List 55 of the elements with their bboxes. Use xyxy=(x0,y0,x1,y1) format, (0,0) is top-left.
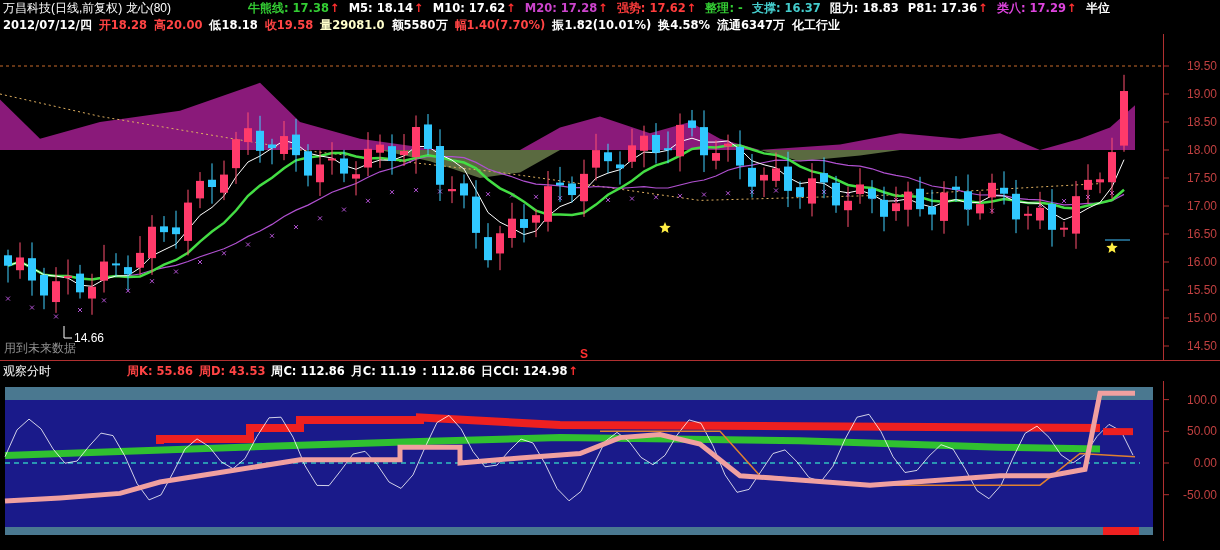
indicator-value: M20: 17.28↑ xyxy=(524,1,608,16)
price-axis-label: 15.50 xyxy=(1186,283,1217,297)
price-axis-label: 19.50 xyxy=(1186,59,1217,73)
indicator-value: 周D: 43.53 xyxy=(198,363,266,379)
quote-value: 开18.28 xyxy=(98,18,147,33)
indicator-value: 月C: 11.19 xyxy=(350,363,417,379)
price-axis-label: 14.50 xyxy=(1186,339,1217,353)
panel-title: 观察分时 xyxy=(3,362,51,380)
quote-value: 量29081.0 xyxy=(320,18,385,33)
price-axis-label: 19.00 xyxy=(1186,87,1217,101)
quote-value: 换4.58% xyxy=(658,18,711,33)
indicator-value: 周C: 112.86 xyxy=(271,363,345,379)
price-axis-label: 17.00 xyxy=(1186,199,1217,213)
price-axis-label: 16.50 xyxy=(1186,227,1217,241)
indicator-value: 日CCI: 124.98↑ xyxy=(481,363,579,379)
quote-value: 流通6347万 xyxy=(717,18,786,33)
stock-title: 万昌科技(日线,前复权) 龙心(80) xyxy=(3,0,171,17)
value-axis-label: 50.00 xyxy=(1186,424,1217,439)
indicator-value: 强势: 17.62↑ xyxy=(616,1,697,16)
price-axis-label: 16.00 xyxy=(1186,255,1217,269)
star-icon xyxy=(1106,242,1118,253)
indicator-value: 周K: 55.86 xyxy=(127,363,193,379)
value-axis-label: -50.00 xyxy=(1182,487,1217,502)
indicator-value: 整理: - xyxy=(705,1,743,16)
indicator-value: M10: 17.62↑ xyxy=(432,1,516,16)
quote-value: 收19.58 xyxy=(264,18,314,33)
quote-value: 幅1.40(7.70%) xyxy=(454,18,546,33)
indicator-value: 类八: 17.29↑ xyxy=(996,1,1077,16)
price-axis-label: 18.50 xyxy=(1186,115,1217,129)
leader-line xyxy=(63,325,73,339)
support-line xyxy=(1104,239,1131,241)
signal-bar xyxy=(1103,428,1133,436)
indicator-value: 阻力: 18.83 xyxy=(829,1,899,16)
quote-value: 低18.18 xyxy=(209,18,258,33)
indicator-value: : 112.86 xyxy=(422,364,476,378)
quote-value: 2012/07/12/四 xyxy=(3,18,92,33)
signal-marker: S xyxy=(580,347,588,360)
indicator-value: P81: 17.36↑ xyxy=(907,1,988,16)
value-axis-label: 100.0 xyxy=(1186,392,1217,407)
indicator-value: 支撑: 16.37 xyxy=(751,1,821,16)
quote-value: 高20.00 xyxy=(154,18,203,33)
star-icon xyxy=(659,222,671,233)
quote-value: 额5580万 xyxy=(391,18,448,33)
signal-bar xyxy=(1103,527,1139,535)
price-axis-label: 15.00 xyxy=(1186,311,1217,325)
low-price-label: 14.66 xyxy=(74,331,105,345)
quote-value: 化工行业 xyxy=(792,18,841,33)
indicator-value: 牛熊线: 17.38↑ xyxy=(248,1,340,16)
price-axis-label: 17.50 xyxy=(1186,171,1217,185)
indicator-value: M5: 18.14↑ xyxy=(348,1,424,16)
warning-text: 用到未来数据 xyxy=(4,341,76,355)
indicator-value: 半位 xyxy=(1085,1,1110,16)
quote-value: 振1.82(10.01%) xyxy=(552,18,652,33)
price-axis-label: 18.00 xyxy=(1186,143,1217,157)
value-axis-label: 0.00 xyxy=(1193,456,1217,470)
